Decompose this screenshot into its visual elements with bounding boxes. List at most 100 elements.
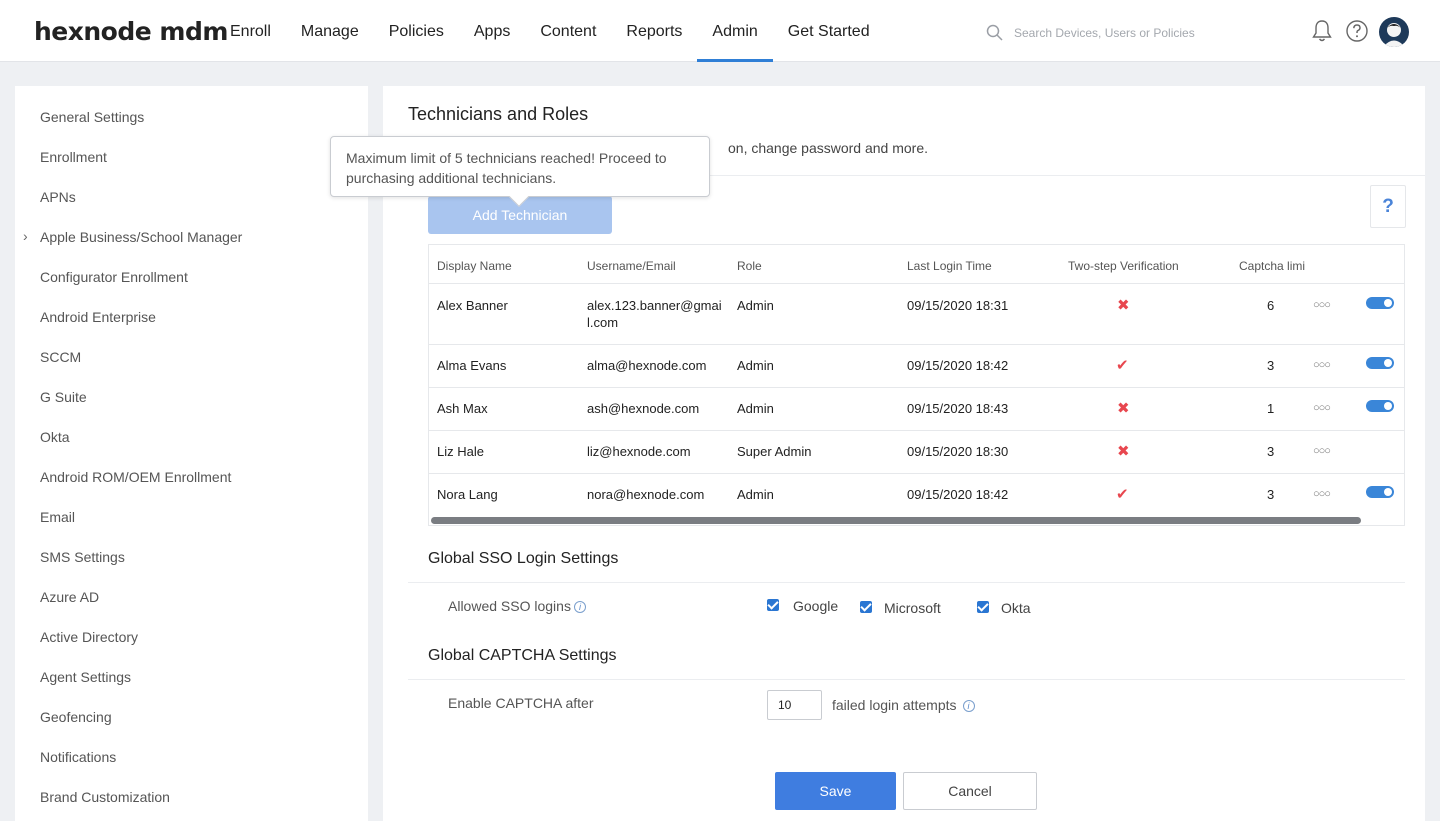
tooltip-text: Maximum limit of 5 technicians reached! …	[346, 150, 667, 186]
column-header-role[interactable]: Role	[737, 259, 762, 273]
column-header-last-login[interactable]: Last Login Time	[907, 259, 992, 273]
table-row[interactable]: Alex Banner alex.123.banner@gmai l.com A…	[429, 283, 1404, 344]
email-cell: ash@hexnode.com	[587, 401, 700, 416]
page-title: Technicians and Roles	[408, 104, 589, 124]
search-icon	[986, 24, 1003, 41]
display-name-cell: Nora Lang	[437, 487, 498, 502]
save-button[interactable]: Save	[775, 772, 896, 810]
captcha-limit-cell: 3	[1267, 487, 1275, 502]
cross-icon: ✖	[1117, 400, 1130, 417]
sso-field-label: Allowed SSO logins i	[448, 598, 586, 614]
sidebar-item-agent-settings[interactable]: Agent Settings	[40, 669, 131, 685]
captcha-limit-cell: 3	[1267, 358, 1275, 373]
captcha-section-title: Global CAPTCHA Settings	[428, 647, 617, 664]
sidebar-item-sccm[interactable]: SCCM	[40, 349, 81, 365]
display-name-cell: Alex Banner	[437, 298, 508, 313]
last-login-cell: 09/15/2020 18:31	[907, 298, 1009, 313]
cancel-button[interactable]: Cancel	[903, 772, 1037, 810]
nav-content[interactable]: Content	[525, 0, 611, 62]
sidebar-item-configurator-enrollment[interactable]: Configurator Enrollment	[40, 269, 188, 285]
checkmark-icon: ✔	[1116, 486, 1129, 503]
sidebar-item-email[interactable]: Email	[40, 509, 75, 525]
column-header-username-email[interactable]: Username/Email	[587, 259, 676, 273]
email-cell: alex.123.banner@gmai	[587, 298, 722, 313]
more-options-icon[interactable]: ○○○	[1313, 359, 1331, 371]
page-description: on, change password and more.	[728, 140, 929, 156]
sidebar-item-android-enterprise[interactable]: Android Enterprise	[40, 309, 156, 325]
sidebar-item-general-settings[interactable]: General Settings	[40, 109, 144, 125]
status-toggle[interactable]	[1366, 486, 1394, 498]
sidebar-item-sms-settings[interactable]: SMS Settings	[40, 549, 125, 565]
captcha-attempts-input[interactable]	[767, 690, 822, 720]
divider	[408, 582, 1405, 583]
more-options-icon[interactable]: ○○○	[1313, 299, 1331, 311]
search-input[interactable]	[1014, 26, 1254, 40]
role-cell: Admin	[737, 401, 774, 416]
okta-checkbox[interactable]	[977, 601, 989, 613]
okta-label[interactable]: Okta	[1001, 600, 1031, 616]
chevron-right-icon[interactable]: ›	[23, 228, 28, 244]
horizontal-scrollbar[interactable]	[431, 517, 1361, 524]
sidebar-item-apple-business-manager[interactable]: Apple Business/School Manager	[40, 229, 242, 245]
column-header-captcha-limit[interactable]: Captcha limi	[1239, 259, 1305, 273]
role-cell: Super Admin	[737, 444, 812, 459]
nav-apps[interactable]: Apps	[459, 0, 525, 62]
info-icon[interactable]: i	[962, 700, 975, 713]
sidebar-item-notifications[interactable]: Notifications	[40, 749, 116, 765]
google-checkbox[interactable]	[767, 599, 779, 611]
sidebar-item-active-directory[interactable]: Active Directory	[40, 629, 138, 645]
microsoft-checkbox[interactable]	[860, 601, 872, 613]
nav-manage[interactable]: Manage	[286, 0, 374, 62]
display-name-cell: Ash Max	[437, 401, 488, 416]
column-header-two-step[interactable]: Two-step Verification	[1068, 259, 1179, 273]
more-options-icon[interactable]: ○○○	[1313, 402, 1331, 414]
status-toggle[interactable]	[1366, 357, 1394, 369]
email-cell: liz@hexnode.com	[587, 444, 691, 459]
more-options-icon[interactable]: ○○○	[1313, 445, 1331, 457]
table-row[interactable]: Nora Lang nora@hexnode.com Admin 09/15/2…	[429, 473, 1404, 516]
captcha-suffix: failed login attempts i	[832, 697, 975, 713]
table-row[interactable]: Ash Max ash@hexnode.com Admin 09/15/2020…	[429, 387, 1404, 430]
status-toggle[interactable]	[1366, 400, 1394, 412]
email-cell-continued: l.com	[587, 315, 619, 330]
bell-icon[interactable]	[1309, 18, 1335, 44]
role-cell: Admin	[737, 358, 774, 373]
sidebar-item-enrollment[interactable]: Enrollment	[40, 149, 107, 165]
info-icon[interactable]: i	[573, 601, 586, 614]
microsoft-label[interactable]: Microsoft	[884, 600, 941, 616]
sidebar-item-brand-customization[interactable]: Brand Customization	[40, 789, 170, 805]
status-toggle[interactable]	[1366, 297, 1394, 309]
sidebar-item-apns[interactable]: APNs	[40, 189, 76, 205]
column-header-display-name[interactable]: Display Name	[437, 259, 512, 273]
nav-policies[interactable]: Policies	[374, 0, 459, 62]
display-name-cell: Alma Evans	[437, 358, 507, 373]
email-cell: nora@hexnode.com	[587, 487, 705, 502]
help-circle-icon[interactable]	[1344, 18, 1370, 44]
table-row[interactable]: Alma Evans alma@hexnode.com Admin 09/15/…	[429, 344, 1404, 387]
google-label[interactable]: Google	[793, 598, 838, 614]
nav-reports[interactable]: Reports	[611, 0, 697, 62]
captcha-suffix-text: failed login attempts	[832, 697, 957, 713]
technicians-table: Display Name Username/Email Role Last Lo…	[428, 244, 1405, 526]
sidebar-item-android-rom-oem[interactable]: Android ROM/OEM Enrollment	[40, 469, 231, 485]
last-login-cell: 09/15/2020 18:42	[907, 487, 1009, 502]
last-login-cell: 09/15/2020 18:30	[907, 444, 1009, 459]
sidebar-item-g-suite[interactable]: G Suite	[40, 389, 87, 405]
help-button[interactable]: ?	[1370, 185, 1406, 228]
main-nav: Enroll Manage Policies Apps Content Repo…	[215, 0, 885, 62]
sidebar-item-geofencing[interactable]: Geofencing	[40, 709, 112, 725]
sidebar-item-okta[interactable]: Okta	[40, 429, 70, 445]
user-avatar[interactable]	[1379, 17, 1409, 47]
table-row[interactable]: Liz Hale liz@hexnode.com Super Admin 09/…	[429, 430, 1404, 473]
last-login-cell: 09/15/2020 18:42	[907, 358, 1009, 373]
nav-admin[interactable]: Admin	[697, 0, 773, 62]
role-cell: Admin	[737, 487, 774, 502]
brand-logo[interactable]: hexnode mdm	[34, 17, 228, 46]
captcha-limit-cell: 3	[1267, 444, 1275, 459]
sidebar-item-azure-ad[interactable]: Azure AD	[40, 589, 99, 605]
more-options-icon[interactable]: ○○○	[1313, 488, 1331, 500]
last-login-cell: 09/15/2020 18:43	[907, 401, 1009, 416]
nav-get-started[interactable]: Get Started	[773, 0, 885, 62]
nav-enroll[interactable]: Enroll	[215, 0, 286, 62]
admin-sidebar: General Settings Enrollment APNs › Apple…	[15, 86, 368, 821]
